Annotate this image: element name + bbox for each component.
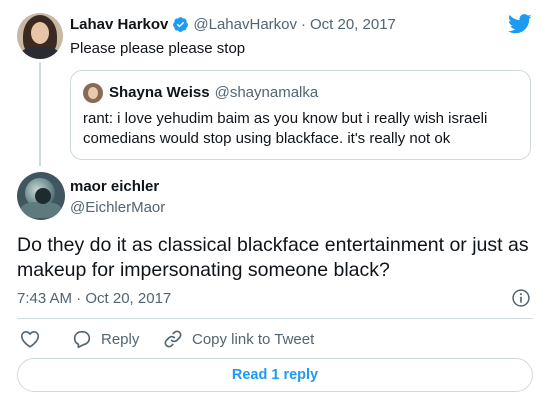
reply-label: Reply — [101, 330, 140, 348]
thread-line — [39, 62, 41, 166]
parent-tweet-header: Lahav Harkov @LahavHarkov · Oct 20, 2017 — [70, 16, 396, 33]
quoted-author-name: Shayna Weiss — [109, 84, 210, 101]
read-replies-button[interactable]: Read 1 reply — [17, 358, 533, 392]
parent-author-name[interactable]: Lahav Harkov — [70, 16, 168, 33]
quoted-tweet-header: Shayna Weiss @shaynamalka — [109, 84, 318, 101]
quoted-author-handle: @shaynamalka — [214, 84, 319, 101]
tweet-embed-card: Lahav Harkov @LahavHarkov · Oct 20, 2017… — [0, 0, 550, 408]
main-author-name[interactable]: maor eichler — [70, 178, 159, 195]
parent-author-handle[interactable]: @LahavHarkov — [193, 16, 297, 33]
quoted-tweet[interactable]: Shayna Weiss @shaynamalka rant: i love y… — [70, 70, 531, 160]
quoted-avatar — [83, 83, 103, 103]
copy-link-label: Copy link to Tweet — [192, 330, 315, 348]
twitter-bird-icon[interactable] — [508, 14, 532, 34]
parent-tweet-text: Please please please stop — [70, 40, 246, 57]
quoted-tweet-text: rant: i love yehudim baim as you know bu… — [83, 110, 488, 147]
info-icon[interactable] — [511, 288, 531, 308]
link-icon — [164, 330, 182, 348]
parent-avatar[interactable] — [17, 13, 63, 59]
copy-link-button[interactable]: Copy link to Tweet — [162, 328, 314, 350]
main-tweet-timestamp[interactable]: 7:43 AM · Oct 20, 2017 — [17, 290, 171, 307]
reply-icon — [73, 331, 91, 349]
parent-tweet-date[interactable]: Oct 20, 2017 — [310, 16, 396, 33]
main-author-handle[interactable]: @EichlerMaor — [70, 199, 165, 216]
main-tweet-text: Do they do it as classical blackface ent… — [17, 234, 529, 281]
divider — [17, 318, 533, 319]
verified-badge-icon — [173, 17, 189, 32]
main-avatar[interactable] — [17, 172, 65, 220]
tweet-actions: Reply Copy link to Tweet — [17, 328, 533, 350]
parent-separator: · — [301, 16, 306, 33]
reply-button[interactable]: Reply — [71, 328, 139, 350]
like-button[interactable] — [19, 328, 49, 350]
heart-icon — [20, 331, 40, 348]
